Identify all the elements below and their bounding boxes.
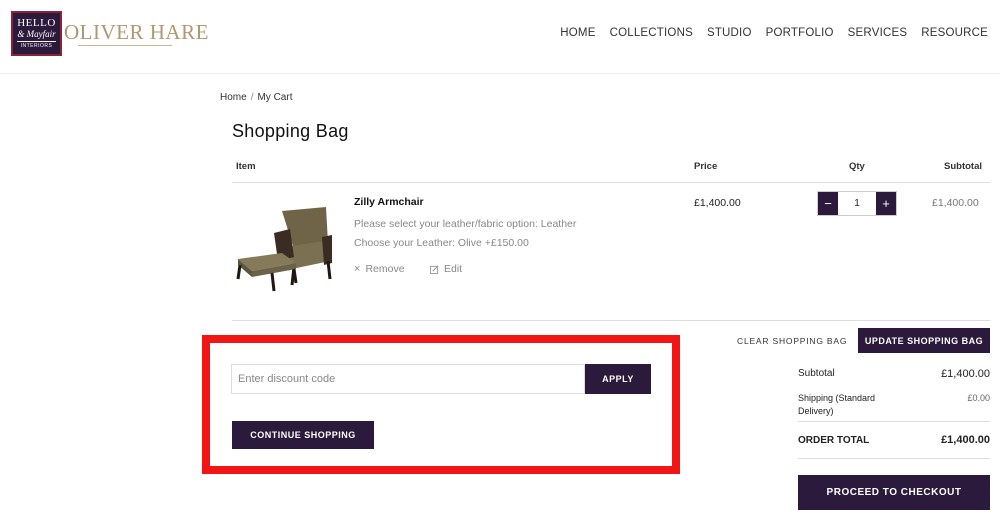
update-shopping-bag-button[interactable]: UPDATE SHOPPING BAG	[858, 328, 990, 353]
pencil-icon	[430, 265, 439, 274]
site-header: HELLO & Mayfair INTERIORS OLIVER HARE HO…	[0, 0, 1000, 74]
shipping-value: £0.00	[967, 393, 990, 403]
order-total-value: £1,400.00	[941, 434, 990, 446]
shipping-label: Shipping (Standard Delivery)	[798, 393, 876, 416]
edit-label: Edit	[444, 263, 463, 275]
remove-item-link[interactable]: × Remove	[354, 263, 405, 275]
quantity-stepper: − 1 +	[817, 191, 897, 216]
logo-line2: & Mayfair	[17, 29, 56, 39]
main-nav: HOME COLLECTIONS STUDIO PORTFOLIO SERVIC…	[560, 27, 988, 39]
site-logo[interactable]: HELLO & Mayfair INTERIORS	[11, 11, 62, 56]
order-total-label: ORDER TOTAL	[798, 435, 870, 446]
product-option-leather: Choose your Leather: Olive +£150.00	[354, 237, 529, 249]
minus-icon[interactable]: −	[818, 192, 838, 215]
continue-shopping-button[interactable]: CONTINUE SHOPPING	[232, 421, 374, 449]
subtotal-label: Subtotal	[798, 368, 835, 379]
table-divider	[232, 182, 990, 183]
product-name[interactable]: Zilly Armchair	[354, 196, 424, 208]
table-divider-bottom	[232, 320, 990, 321]
logo-line1: HELLO	[17, 17, 56, 29]
summary-divider	[798, 421, 990, 422]
nav-resource[interactable]: RESOURCE	[921, 27, 988, 39]
page-title: Shopping Bag	[232, 121, 349, 141]
col-header-item: Item	[236, 161, 256, 172]
col-header-price: Price	[694, 161, 718, 172]
item-subtotal: £1,400.00	[932, 197, 979, 209]
quantity-input[interactable]: 1	[838, 192, 876, 215]
edit-item-link[interactable]: Edit	[430, 263, 462, 275]
product-option-fabric: Please select your leather/fabric option…	[354, 218, 577, 230]
item-price: £1,400.00	[694, 197, 741, 209]
breadcrumb-current: My Cart	[257, 92, 293, 103]
remove-label: Remove	[365, 263, 405, 275]
highlight-box	[202, 335, 680, 474]
clear-shopping-bag-link[interactable]: CLEAR SHOPPING BAG	[737, 336, 847, 346]
nav-home[interactable]: HOME	[560, 27, 595, 39]
breadcrumb-separator: /	[250, 92, 254, 103]
nav-studio[interactable]: STUDIO	[707, 27, 752, 39]
brand-name[interactable]: OLIVER HARE	[64, 20, 209, 45]
col-header-subtotal: Subtotal	[944, 161, 982, 172]
logo-line3: INTERIORS	[17, 41, 56, 50]
close-icon: ×	[354, 263, 361, 275]
nav-portfolio[interactable]: PORTFOLIO	[766, 27, 834, 39]
subtotal-value: £1,400.00	[941, 368, 990, 380]
nav-collections[interactable]: COLLECTIONS	[610, 27, 693, 39]
nav-services[interactable]: SERVICES	[848, 27, 908, 39]
summary-divider-bottom	[798, 458, 990, 459]
plus-icon[interactable]: +	[876, 192, 896, 215]
apply-discount-button[interactable]: APPLY	[585, 364, 651, 394]
brand-underline	[78, 45, 172, 46]
discount-code-input[interactable]	[231, 364, 585, 394]
breadcrumb-home[interactable]: Home	[220, 92, 247, 103]
col-header-qty: Qty	[849, 161, 865, 172]
product-image[interactable]	[234, 203, 334, 295]
breadcrumb: Home / My Cart	[220, 92, 292, 103]
proceed-to-checkout-button[interactable]: PROCEED TO CHECKOUT	[798, 475, 990, 510]
